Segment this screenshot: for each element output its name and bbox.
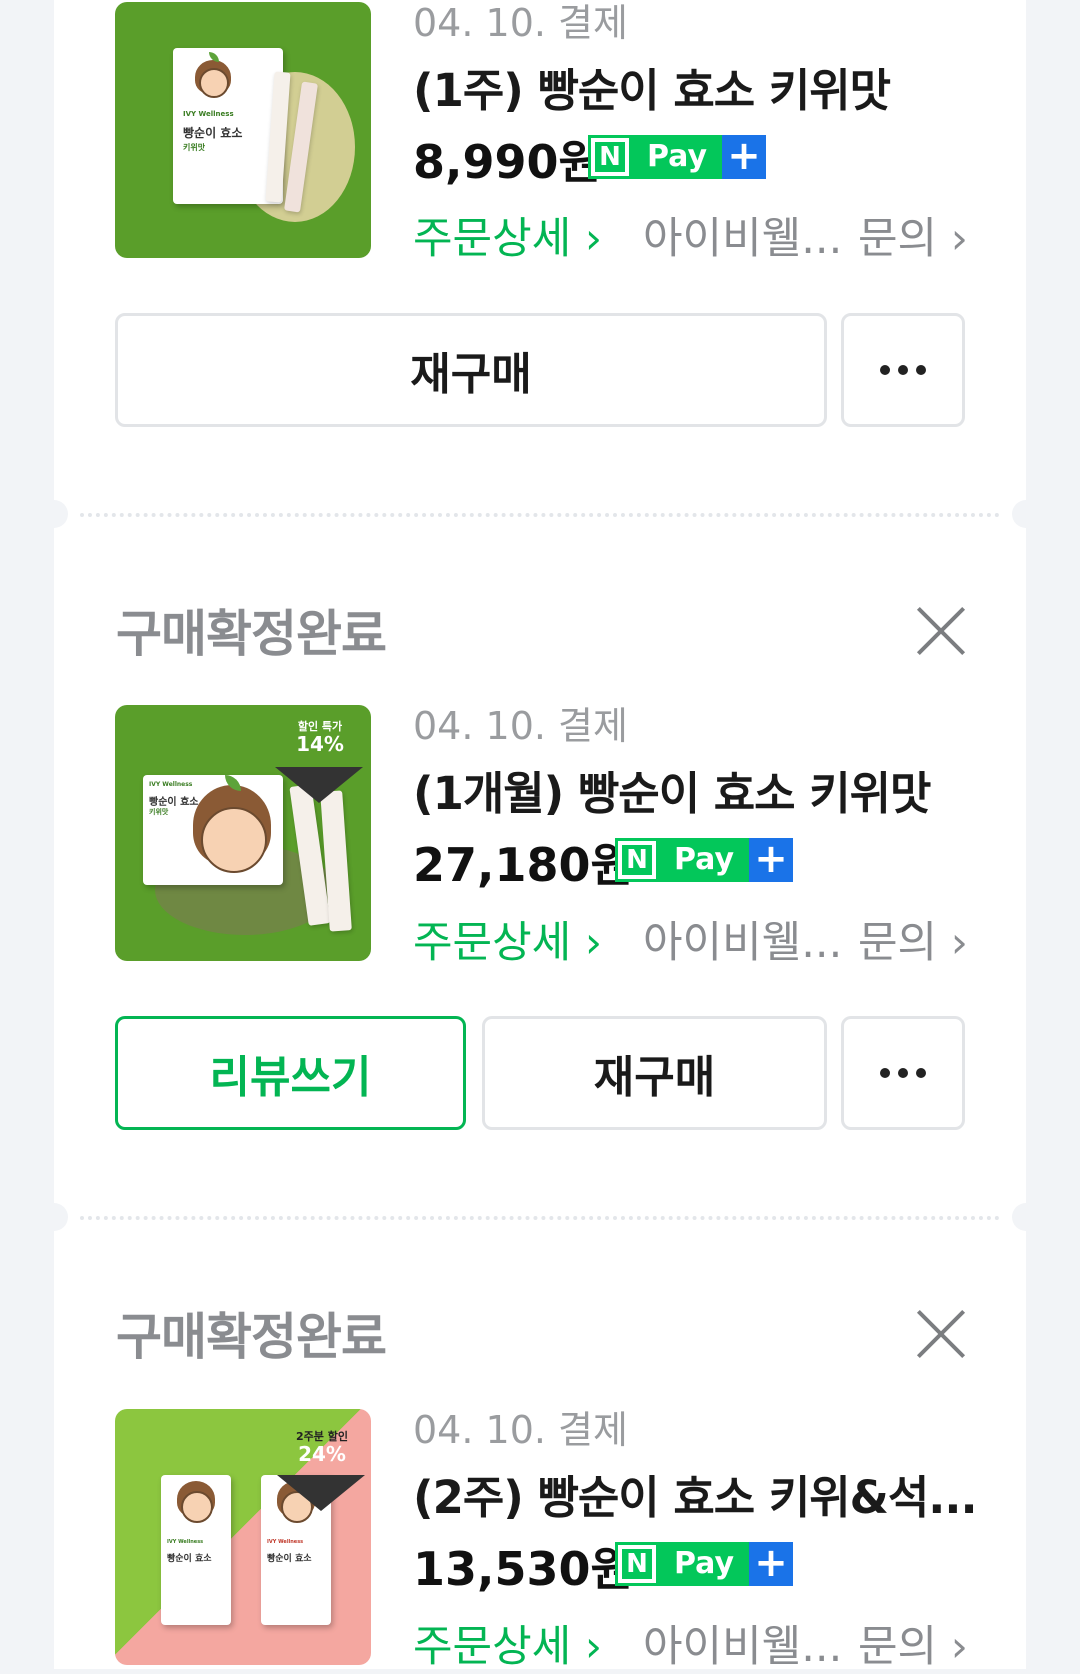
brand-label: IVY Wellness xyxy=(149,781,193,788)
payment-date: 04. 10. 결제 xyxy=(413,1408,628,1452)
badge-line-2: 24% xyxy=(298,1442,346,1467)
product-thumbnail[interactable]: IVY Wellness 빵순이 효소 IVY Wellness 빵순이 효소 … xyxy=(115,1409,371,1665)
product-title[interactable]: (1개월) 빵순이 효소 키위맛 xyxy=(413,757,931,822)
seller-name[interactable]: 아이비웰... xyxy=(643,204,842,266)
product-price: 13,530원 xyxy=(413,1542,633,1596)
product-title[interactable]: (2주) 빵순이 효소 키위&석... xyxy=(413,1461,978,1526)
write-review-button[interactable]: 리뷰쓰기 xyxy=(115,1016,466,1130)
arrow-down-icon xyxy=(275,767,363,803)
seller-name[interactable]: 아이비웰... xyxy=(643,908,842,970)
order-detail-link[interactable]: 주문상세 › xyxy=(413,204,602,266)
product-box-name: 빵순이 효소 xyxy=(267,1554,312,1564)
close-icon[interactable] xyxy=(915,1308,967,1360)
payment-date: 04. 10. 결제 xyxy=(413,704,628,748)
character-face xyxy=(201,807,267,873)
npay-plus-icon: + xyxy=(722,135,766,179)
payment-date: 04. 10. 결제 xyxy=(413,1,628,45)
brand-label: IVY Wellness xyxy=(267,1539,304,1545)
brand-label: IVY Wellness xyxy=(167,1539,204,1545)
rebuy-button[interactable]: 재구매 xyxy=(482,1016,827,1130)
order-status: 구매확정완료 xyxy=(116,1308,387,1366)
inquiry-link[interactable]: 문의 › xyxy=(858,1612,968,1674)
inquiry-link[interactable]: 문의 › xyxy=(858,908,968,970)
product-box: IVY Wellness 빵순이 효소 xyxy=(161,1475,231,1625)
npay-n-icon: N xyxy=(588,135,632,179)
discount-badge: 2주분 할인 24% xyxy=(277,1430,367,1467)
npay-plus-badge: N Pay + xyxy=(615,838,793,882)
more-dots-icon xyxy=(880,1068,926,1078)
npay-plus-icon: + xyxy=(749,1542,793,1586)
order-detail-link[interactable]: 주문상세 › xyxy=(413,908,602,970)
product-box-name: 빵순이 효소 xyxy=(183,126,243,140)
discount-badge: 할인 특가 14% xyxy=(275,720,365,757)
order-detail-link[interactable]: 주문상세 › xyxy=(413,1612,602,1674)
product-box-name: 빵순이 효소 xyxy=(149,797,199,808)
more-button[interactable] xyxy=(841,1016,965,1130)
product-thumbnail[interactable]: IVY Wellness 빵순이 효소 키위맛 xyxy=(115,2,371,258)
seller-name[interactable]: 아이비웰... xyxy=(643,1612,842,1674)
order-status: 구매확정완료 xyxy=(116,605,387,663)
more-dots-icon xyxy=(880,365,926,375)
npay-n-icon: N xyxy=(615,838,659,882)
more-button[interactable] xyxy=(841,313,965,427)
product-price: 27,180원 xyxy=(413,838,633,892)
badge-line-2: 14% xyxy=(296,732,344,757)
flavor-label: 키위맛 xyxy=(149,808,169,816)
npay-plus-icon: + xyxy=(749,838,793,882)
npay-label: Pay xyxy=(632,135,722,179)
inquiry-link[interactable]: 문의 › xyxy=(858,204,968,266)
character-face xyxy=(181,1491,213,1523)
npay-plus-badge: N Pay + xyxy=(588,135,766,179)
arrow-down-icon xyxy=(277,1475,365,1511)
product-box-name: 빵순이 효소 xyxy=(167,1554,212,1564)
npay-n-icon: N xyxy=(615,1542,659,1586)
character-face xyxy=(199,68,229,98)
npay-label: Pay xyxy=(659,838,749,882)
flavor-label: 키위맛 xyxy=(183,143,206,152)
npay-label: Pay xyxy=(659,1542,749,1586)
brand-label: IVY Wellness xyxy=(183,110,234,118)
npay-plus-badge: N Pay + xyxy=(615,1542,793,1586)
product-thumbnail[interactable]: IVY Wellness 빵순이 효소 키위맛 할인 특가 14% xyxy=(115,705,371,961)
rebuy-button[interactable]: 재구매 xyxy=(115,313,827,427)
product-title[interactable]: (1주) 빵순이 효소 키위맛 xyxy=(413,54,891,119)
product-price: 8,990원 xyxy=(413,135,601,189)
close-icon[interactable] xyxy=(915,605,967,657)
